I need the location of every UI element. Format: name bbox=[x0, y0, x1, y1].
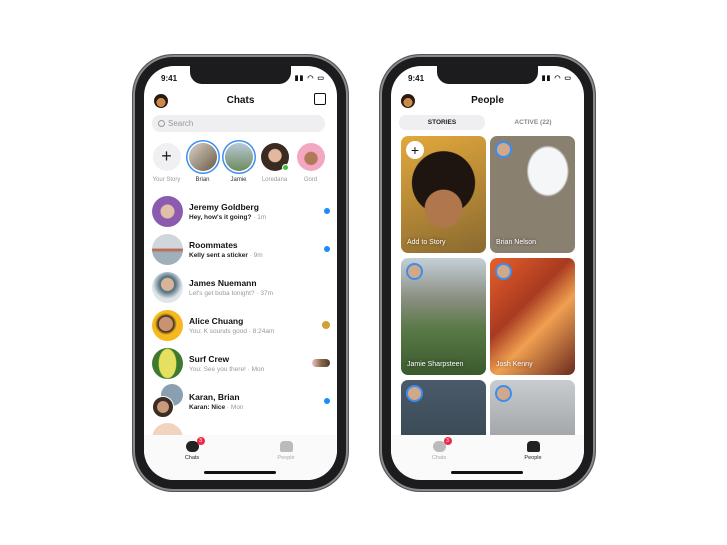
notch bbox=[190, 66, 291, 84]
avatar bbox=[495, 141, 512, 158]
unread-badge: 3 bbox=[443, 437, 452, 445]
phone-chats: 9:41 ▮▮ ◠ ▭ Chats Search + Your Story Bri… bbox=[133, 55, 348, 491]
tab-stories[interactable]: STORIES bbox=[399, 115, 485, 130]
story-loredana[interactable]: Loredana bbox=[258, 143, 291, 183]
plus-icon: + bbox=[152, 143, 181, 171]
chat-preview: You: K sounds good · 8:24am bbox=[189, 328, 275, 335]
tab-people[interactable]: People bbox=[513, 441, 553, 461]
avatar bbox=[406, 385, 423, 402]
avatar bbox=[495, 263, 512, 280]
segmented-control: STORIES ACTIVE (22) bbox=[399, 115, 576, 130]
plus-icon: + bbox=[406, 141, 424, 159]
story-label: Jamie Sharpsteen bbox=[407, 361, 464, 368]
unread-badge: 3 bbox=[196, 437, 205, 445]
unread-dot bbox=[324, 208, 330, 214]
avatar bbox=[296, 143, 325, 171]
story-card[interactable]: Jamie Sharpsteen bbox=[401, 258, 486, 375]
story-brian[interactable]: Brian bbox=[186, 143, 219, 183]
story-card[interactable]: Brian Nelson bbox=[490, 136, 575, 253]
avatar bbox=[260, 143, 289, 171]
story-your-story[interactable]: + Your Story bbox=[150, 143, 183, 183]
chat-row[interactable]: Roommates Kelly sent a sticker · 9m bbox=[152, 234, 332, 268]
chat-bubble-icon: 3 bbox=[185, 437, 205, 452]
chat-name: James Nuemann bbox=[189, 278, 257, 288]
chat-name: Roommates bbox=[189, 240, 238, 250]
story-label: Add to Story bbox=[407, 239, 446, 246]
phone-people: 9:41 ▮▮ ◠ ▭ People STORIES ACTIVE (22) +… bbox=[380, 55, 595, 491]
chat-name: Karan, Brian bbox=[189, 392, 240, 402]
story-jamie[interactable]: Jamie bbox=[222, 143, 255, 183]
avatar bbox=[224, 143, 253, 171]
story-label: Loredana bbox=[261, 177, 288, 183]
search-input[interactable]: Search bbox=[152, 115, 325, 132]
chat-row[interactable]: Karan, Brian Karan: Nice · Mon bbox=[152, 384, 332, 420]
chat-preview: You: See you there! · Mon bbox=[189, 366, 265, 373]
avatar bbox=[152, 310, 183, 341]
home-indicator bbox=[451, 471, 523, 474]
avatar bbox=[152, 348, 183, 379]
page-title: People bbox=[471, 95, 504, 106]
seen-avatars bbox=[312, 359, 330, 367]
people-icon bbox=[526, 441, 540, 452]
story-label: Brian Nelson bbox=[496, 239, 537, 246]
compose-icon[interactable] bbox=[314, 93, 326, 105]
people-screen: 9:41 ▮▮ ◠ ▭ People STORIES ACTIVE (22) +… bbox=[391, 66, 584, 480]
story-card-add[interactable]: + Add to Story bbox=[401, 136, 486, 253]
tab-chats[interactable]: 3 Chats bbox=[419, 437, 459, 461]
seen-avatar bbox=[322, 321, 330, 329]
stories-row: + Your Story Brian Jamie Loredana Gord bbox=[150, 143, 327, 183]
tab-people[interactable]: People bbox=[266, 441, 306, 461]
chat-preview: Hey, how's it going? · 1m bbox=[189, 214, 267, 221]
status-time: 9:41 bbox=[408, 74, 425, 83]
signal-wifi-battery-icon: ▮▮ ◠ ▭ bbox=[294, 75, 325, 82]
avatar bbox=[495, 385, 512, 402]
people-icon bbox=[279, 441, 293, 452]
home-indicator bbox=[204, 471, 276, 474]
avatar bbox=[152, 396, 174, 418]
story-label: Your Story bbox=[152, 177, 181, 183]
story-card[interactable]: Josh Kenny bbox=[490, 258, 575, 375]
chat-preview: Let's get boba tonight? · 37m bbox=[189, 290, 273, 297]
avatar bbox=[188, 143, 217, 171]
avatar bbox=[152, 272, 183, 303]
status-time: 9:41 bbox=[161, 74, 178, 83]
tab-chats[interactable]: 3 Chats bbox=[172, 437, 212, 461]
story-label: Gord bbox=[303, 177, 318, 183]
signal-wifi-battery-icon: ▮▮ ◠ ▭ bbox=[541, 75, 572, 82]
online-indicator bbox=[281, 164, 289, 171]
unread-dot bbox=[324, 246, 330, 252]
unread-dot bbox=[324, 398, 330, 404]
chat-row[interactable]: Alice Chuang You: K sounds good · 8:24am bbox=[152, 310, 332, 344]
page-title: Chats bbox=[226, 95, 255, 106]
chat-name: Alice Chuang bbox=[189, 316, 244, 326]
tab-active[interactable]: ACTIVE (22) bbox=[490, 115, 576, 130]
avatar bbox=[152, 234, 183, 265]
chat-row[interactable]: Jeremy Goldberg Hey, how's it going? · 1m bbox=[152, 196, 332, 230]
story-label: Josh Kenny bbox=[496, 361, 533, 368]
notch bbox=[437, 66, 538, 84]
story-label: Brian bbox=[195, 177, 210, 183]
chat-bubble-icon: 3 bbox=[432, 437, 452, 452]
chat-preview: Karan: Nice · Mon bbox=[189, 404, 244, 411]
story-gord[interactable]: Gord bbox=[294, 143, 327, 183]
chat-preview: Kelly sent a sticker · 9m bbox=[189, 252, 263, 259]
chats-screen: 9:41 ▮▮ ◠ ▭ Chats Search + Your Story Bri… bbox=[144, 66, 337, 480]
chat-name: Surf Crew bbox=[189, 354, 230, 364]
avatar bbox=[152, 196, 183, 227]
chat-row[interactable]: Surf Crew You: See you there! · Mon bbox=[152, 348, 332, 382]
chat-row[interactable]: James Nuemann Let's get boba tonight? · 3… bbox=[152, 272, 332, 306]
avatar bbox=[406, 263, 423, 280]
story-label: Jamie bbox=[230, 177, 247, 183]
chat-name: Jeremy Goldberg bbox=[189, 202, 259, 212]
